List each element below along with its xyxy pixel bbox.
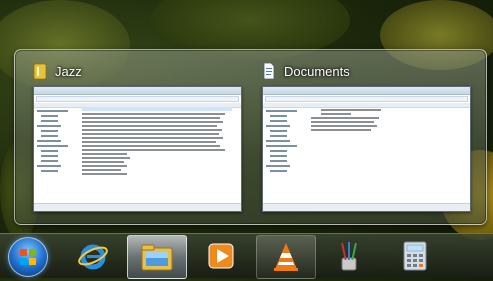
nav-pane-preview (266, 107, 300, 175)
taskbar-internet-explorer[interactable] (64, 235, 122, 277)
taskbar-media-player[interactable] (192, 235, 250, 277)
window-preview[interactable] (33, 86, 242, 212)
thumbnail-title-bar: Documents (262, 60, 350, 82)
taskbar-vlc[interactable] (256, 235, 316, 279)
folder-icon (33, 63, 47, 80)
file-list-preview (311, 107, 461, 133)
thumbnail-title: Documents (284, 63, 350, 79)
windows-logo-icon (20, 249, 36, 265)
thumbnail-title: Jazz (55, 63, 82, 79)
taskbar-calculator[interactable] (386, 235, 444, 277)
windows-explorer-icon (141, 244, 173, 271)
media-player-icon (208, 243, 234, 269)
paint-brushes-icon (341, 242, 357, 271)
internet-explorer-icon (78, 244, 108, 270)
windows-start-orb-icon[interactable] (8, 237, 48, 277)
vlc-cone-icon (274, 243, 298, 271)
document-icon (263, 62, 275, 80)
taskbar-windows-explorer[interactable] (127, 235, 187, 279)
taskbar-paint[interactable] (320, 235, 378, 277)
nav-pane-preview (37, 107, 71, 175)
file-list-preview (82, 107, 232, 177)
thumbnail-documents[interactable]: Documents (243, 49, 471, 223)
thumbnail-jazz[interactable]: Jazz (14, 49, 242, 223)
window-preview[interactable] (262, 86, 471, 212)
calculator-icon (403, 241, 427, 271)
thumbnail-title-bar: Jazz (33, 60, 82, 82)
